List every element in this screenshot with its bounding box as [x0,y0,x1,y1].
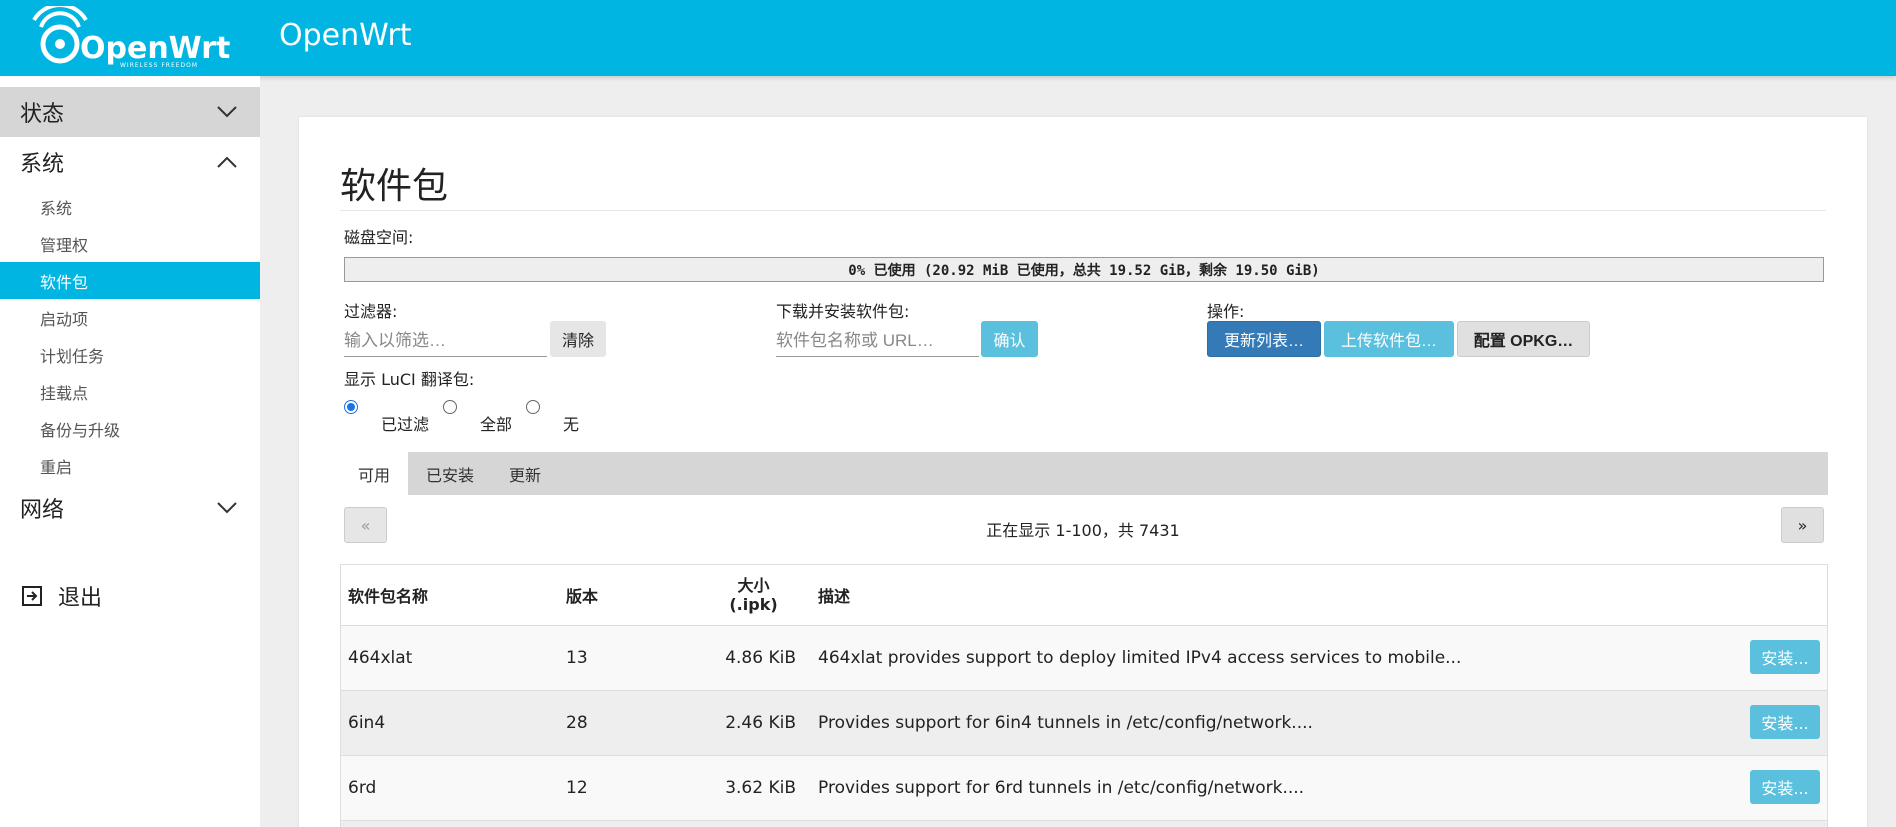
radio-filtered-label: 已过滤 [381,415,430,434]
tab-available[interactable]: 可用 [340,452,408,495]
sidebar-item-scheduled-tasks[interactable]: 计划任务 [0,336,260,373]
install-button[interactable]: 安装... [1750,640,1820,674]
tab-updates[interactable]: 更新 [492,452,558,495]
package-name: 464xlat [348,648,413,668]
table-row: 6in4 28 2.46 KiB Provides support for 6i… [341,690,1827,755]
pager-next-button[interactable]: » [1781,507,1824,543]
actions-label: 操作: [1207,302,1245,321]
package-size: 4.86 KiB [725,648,796,668]
sidebar-item-startup[interactable]: 启动项 [0,299,260,336]
disk-space-label: 磁盘空间: [344,228,414,247]
sidebar-item-mount-points[interactable]: 挂载点 [0,373,260,410]
luci-translations-label: 显示 LuCI 翻译包: [344,370,475,389]
confirm-download-button[interactable]: 确认 [981,321,1038,357]
filter-label: 过滤器: [344,302,398,321]
package-url-input[interactable]: 软件包名称或 URL… [776,321,979,357]
main-panel: 软件包 磁盘空间: 0% 已使用 (20.92 MiB 已使用，总共 19.52… [299,117,1867,827]
title-divider [340,210,1826,211]
logo-text: OpenWrt [80,31,230,66]
column-header-version: 版本 [566,587,599,606]
chevron-down-icon [217,106,237,118]
pager-status: 正在显示 1-100，共 7431 [986,521,1180,540]
radio-none[interactable] [526,400,540,414]
package-table: 软件包名称 版本 大小 (.ipk) 描述 464xlat 13 4.86 Ki… [340,564,1828,827]
radio-filtered[interactable] [344,400,358,414]
configure-opkg-button[interactable]: 配置 OPKG… [1457,321,1590,357]
package-version: 28 [566,713,588,733]
radio-none-label: 无 [563,415,580,434]
install-button[interactable]: 安装... [1750,770,1820,804]
column-header-description: 描述 [818,587,851,606]
package-description: Provides support for 6rd tunnels in /etc… [818,778,1305,798]
menu-network-label: 网络 [20,498,65,523]
chevron-up-icon [217,156,237,168]
package-version: 12 [566,778,588,798]
logout-icon [22,586,42,606]
update-lists-button[interactable]: 更新列表… [1207,321,1321,357]
menu-status-label: 状态 [20,102,65,127]
menu-network[interactable]: 网络 [0,483,260,533]
table-row-partial [341,820,1827,827]
chevron-down-icon [217,502,237,514]
sidebar-item-backup-flash[interactable]: 备份与升级 [0,410,260,447]
menu-status[interactable]: 状态 [0,87,260,137]
menu-system-label: 系统 [20,152,65,177]
logo-tagline: WIRELESS FREEDOM [120,62,198,69]
column-header-size: 大小 (.ipk) [729,576,778,614]
sidebar-item-reboot[interactable]: 重启 [0,447,260,484]
disk-usage-text: 0% 已使用 (20.92 MiB 已使用，总共 19.52 GiB，剩余 19… [848,262,1320,279]
package-description: 464xlat provides support to deploy limit… [818,648,1462,668]
package-tabs: 可用 已安装 更新 [340,452,1828,495]
filter-input[interactable]: 输入以筛选… [344,321,547,357]
package-size: 3.62 KiB [725,778,796,798]
sidebar-item-admin[interactable]: 管理权 [0,225,260,262]
page-title: 软件包 [340,166,449,207]
logout-label: 退出 [58,586,103,611]
column-header-name: 软件包名称 [348,587,429,606]
install-button[interactable]: 安装... [1750,705,1820,739]
sidebar-item-system[interactable]: 系统 [0,188,260,225]
upload-package-button[interactable]: 上传软件包… [1324,321,1454,357]
radio-all[interactable] [443,400,457,414]
tab-installed[interactable]: 已安装 [408,452,492,495]
package-name: 6in4 [348,713,386,733]
table-row: 6rd 12 3.62 KiB Provides support for 6rd… [341,755,1827,820]
radio-all-label: 全部 [480,415,513,434]
hostname[interactable]: OpenWrt [279,18,412,53]
sidebar: 状态 系统 系统 管理权 软件包 启动项 计划任务 挂载点 备份与升级 重启 网… [0,76,260,827]
openwrt-logo[interactable]: OpenWrt WIRELESS FREEDOM [26,6,236,70]
sidebar-item-software[interactable]: 软件包 [0,262,260,299]
clear-filter-button[interactable]: 清除 [550,321,606,357]
package-size: 2.46 KiB [725,713,796,733]
package-description: Provides support for 6in4 tunnels in /et… [818,713,1313,733]
table-row: 464xlat 13 4.86 KiB 464xlat provides sup… [341,625,1827,690]
download-label: 下载并安装软件包: [776,302,910,321]
menu-system[interactable]: 系统 [0,137,260,187]
package-name: 6rd [348,778,377,798]
package-version: 13 [566,648,588,668]
logout-link[interactable]: 退出 [20,580,102,612]
top-header: OpenWrt WIRELESS FREEDOM OpenWrt [0,0,1896,76]
disk-usage-bar: 0% 已使用 (20.92 MiB 已使用，总共 19.52 GiB，剩余 19… [344,257,1824,282]
table-header-row: 软件包名称 版本 大小 (.ipk) 描述 [341,565,1827,625]
